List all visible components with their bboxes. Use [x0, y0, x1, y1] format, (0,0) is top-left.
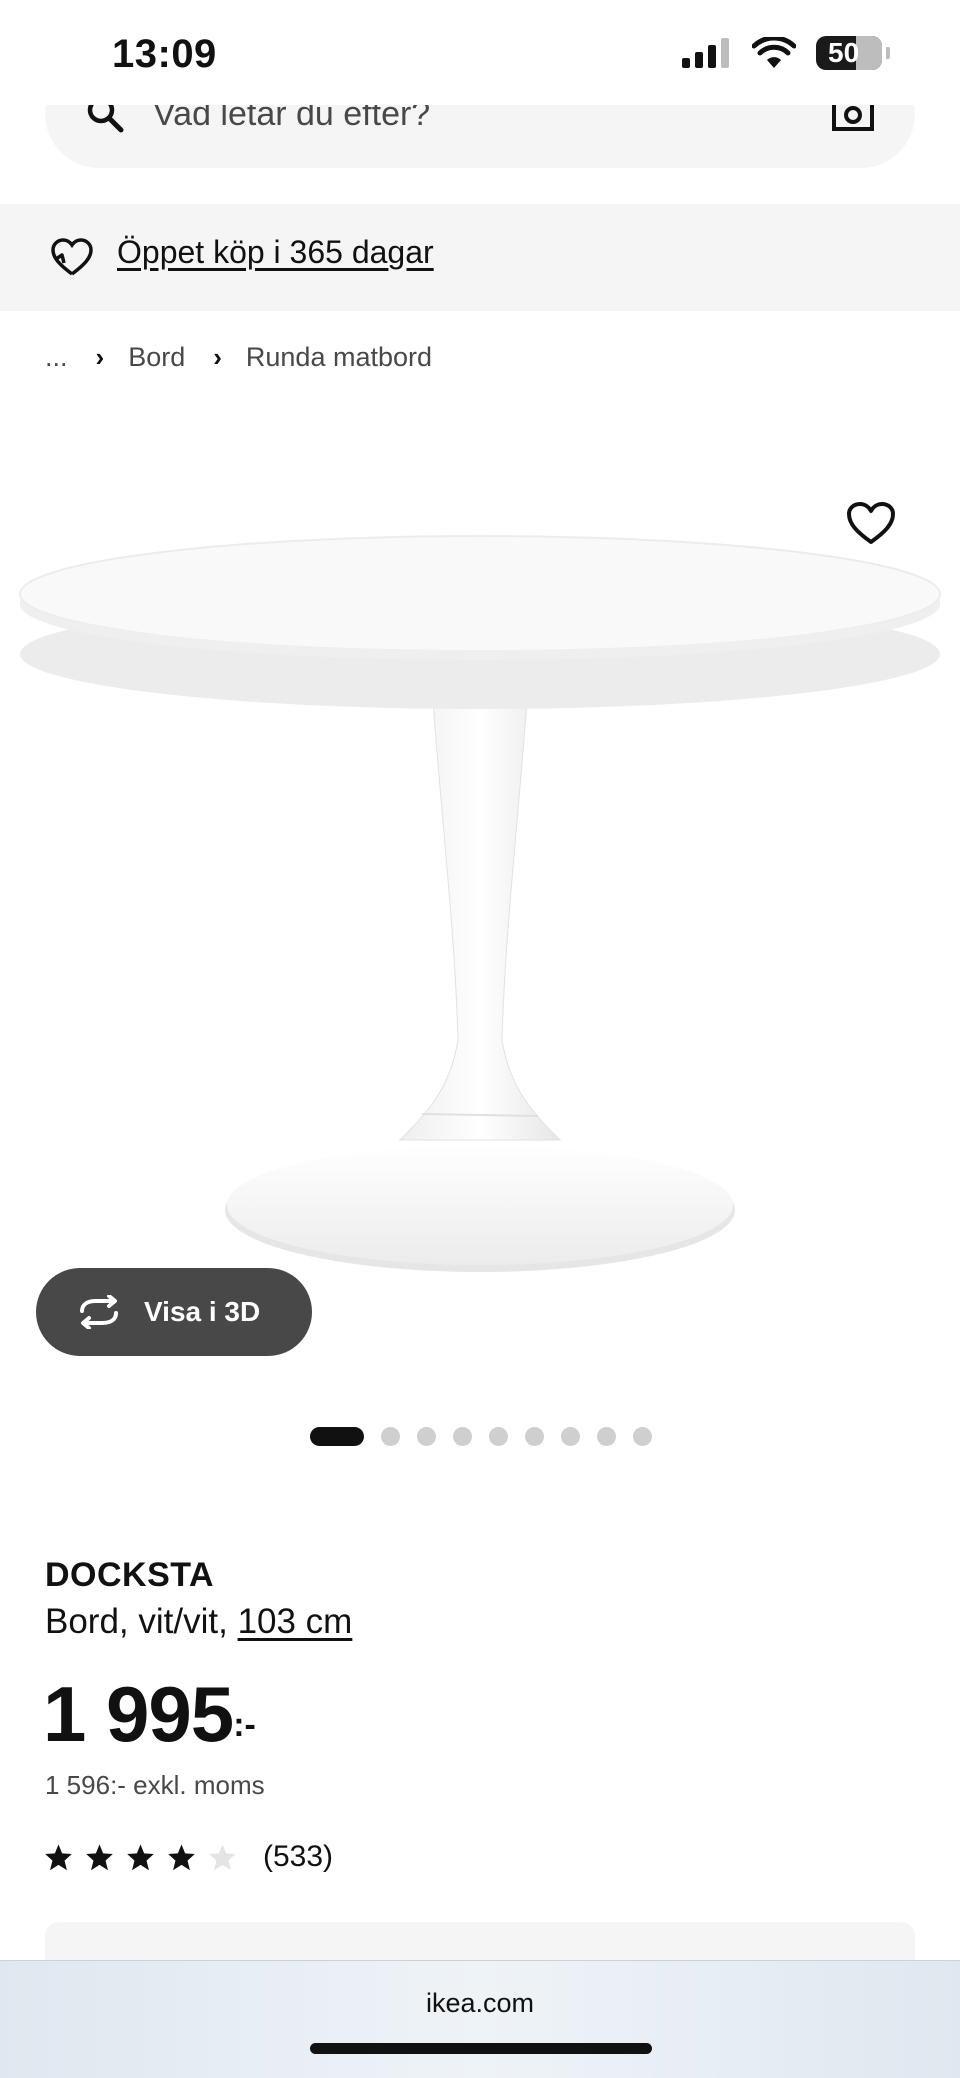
- battery-level: 50: [828, 37, 860, 68]
- price-suffix: :-: [233, 1706, 256, 1744]
- rating-count: (533): [263, 1840, 334, 1873]
- status-time: 13:09: [112, 32, 217, 76]
- star-filled-icon: [168, 1844, 195, 1871]
- product-image[interactable]: [0, 400, 960, 1400]
- star-filled-icon: [45, 1844, 72, 1871]
- breadcrumb-ellipsis[interactable]: ...: [45, 342, 68, 373]
- carousel-dot[interactable]: [525, 1427, 544, 1446]
- carousel-dot[interactable]: [597, 1427, 616, 1446]
- product-size-link[interactable]: 103 cm: [238, 1602, 353, 1641]
- status-icons: 50: [682, 36, 890, 70]
- cellular-signal-icon: [682, 38, 729, 68]
- image-carousel-indicator: [310, 1427, 652, 1446]
- heart-return-icon: [51, 238, 93, 276]
- carousel-dot[interactable]: [381, 1427, 400, 1446]
- rotate-3d-icon: [80, 1295, 118, 1329]
- heart-icon[interactable]: [845, 500, 897, 546]
- star-empty-icon: [209, 1844, 236, 1871]
- battery-tip: [886, 47, 890, 59]
- carousel-dot[interactable]: [633, 1427, 652, 1446]
- price-value: 1 995: [43, 1670, 234, 1758]
- breadcrumb-item-bord[interactable]: Bord: [128, 342, 185, 373]
- battery-icon: 50: [816, 36, 882, 70]
- browser-address-bar[interactable]: ikea.com: [0, 1960, 960, 2078]
- price-excl-vat: 1 596:- exkl. moms: [45, 1770, 265, 1800]
- product-price: 1 995 :-: [43, 1675, 256, 1753]
- carousel-dot-active[interactable]: [310, 1427, 364, 1446]
- carousel-dot[interactable]: [453, 1427, 472, 1446]
- return-policy-banner: Öppet köp i 365 dagar: [0, 204, 960, 311]
- url-text[interactable]: ikea.com: [0, 1988, 960, 2019]
- breadcrumb: ... › Bord › Runda matbord: [45, 342, 432, 373]
- product-description: Bord, vit/vit, 103 cm: [45, 1602, 352, 1642]
- star-filled-icon: [127, 1844, 154, 1871]
- breadcrumb-item-runda-matbord[interactable]: Runda matbord: [246, 342, 432, 373]
- carousel-dot[interactable]: [489, 1427, 508, 1446]
- chevron-right-icon: ›: [213, 342, 222, 372]
- status-bar: 13:09 50: [0, 0, 960, 105]
- chevron-right-icon: ›: [95, 342, 105, 372]
- home-indicator: [310, 2043, 652, 2054]
- product-rating[interactable]: (533): [44, 1840, 333, 1874]
- carousel-dot[interactable]: [561, 1427, 580, 1446]
- view-3d-button[interactable]: Visa i 3D: [36, 1268, 312, 1356]
- wifi-icon: [752, 37, 796, 68]
- return-policy-link[interactable]: Öppet köp i 365 dagar: [117, 234, 434, 271]
- product-name: DOCKSTA: [45, 1556, 215, 1594]
- product-type: Bord, vit/vit,: [45, 1602, 228, 1641]
- star-filled-icon: [86, 1844, 113, 1871]
- carousel-dot[interactable]: [417, 1427, 436, 1446]
- view-3d-label: Visa i 3D: [144, 1296, 261, 1327]
